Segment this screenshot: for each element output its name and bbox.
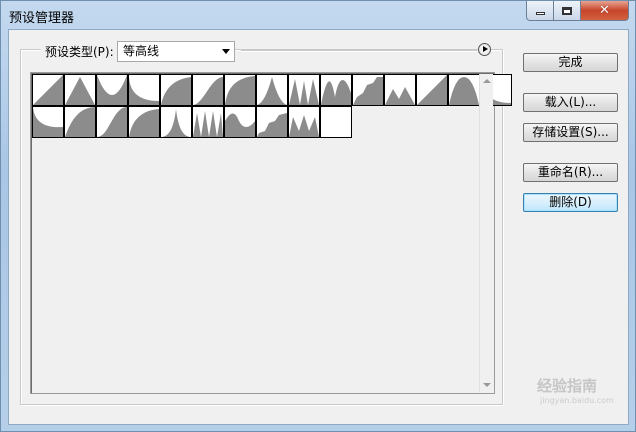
contour-thumb-s-curve[interactable] <box>128 106 160 138</box>
contour-thumb-rolling-slope[interactable] <box>384 74 416 106</box>
contour-thumb-cove-flat[interactable] <box>64 106 96 138</box>
contour-s-curve-icon <box>129 109 159 137</box>
maximize-icon <box>562 6 572 15</box>
contour-thumb-cone-narrow[interactable] <box>192 106 224 138</box>
done-button[interactable]: 完成 <box>523 53 618 72</box>
contour-triple-peak-icon <box>321 79 351 105</box>
scroll-down-icon[interactable] <box>483 383 491 387</box>
vertical-scrollbar[interactable] <box>479 74 493 392</box>
close-button[interactable]: ✕ <box>581 1 629 21</box>
contour-cove-deep-icon <box>129 75 159 105</box>
contour-thumb-gaussian[interactable] <box>192 74 224 106</box>
contour-sawtooth-icon <box>417 75 447 105</box>
preset-type-label: 预设类型(P): <box>41 43 118 60</box>
contour-thumb-wave[interactable] <box>256 106 288 138</box>
save-settings-button[interactable]: 存储设置(S)... <box>523 123 618 142</box>
contour-double-peak-icon <box>289 79 319 105</box>
panel-menu-button[interactable] <box>478 43 491 56</box>
contour-thumb-sawtooth[interactable] <box>416 74 448 106</box>
contour-ring-icon <box>353 77 383 105</box>
contour-thumb-triple-wave[interactable] <box>224 106 256 138</box>
group-divider <box>241 50 477 51</box>
title-bar[interactable]: 预设管理器 ✕ <box>1 1 635 29</box>
watermark-logo: 经验指南 <box>537 377 598 395</box>
preset-manager-window: 预设管理器 ✕ 预设类型(P): 等高线 完成 载入(L)... 存储设置(S)… <box>0 0 636 432</box>
maximize-button[interactable] <box>554 1 581 21</box>
contour-valley-icon <box>33 107 63 137</box>
contour-preset-list[interactable] <box>30 72 512 394</box>
contour-cone-narrow-icon <box>193 111 223 137</box>
contour-thumb-half-round-steep[interactable] <box>160 106 192 138</box>
contour-thumb-linear[interactable] <box>32 74 64 106</box>
window-title: 预设管理器 <box>9 11 75 26</box>
contour-linear-icon <box>33 75 63 105</box>
chevron-down-icon <box>222 49 230 54</box>
dialog-body: 预设类型(P): 等高线 完成 载入(L)... 存储设置(S)... 重命名(… <box>8 29 629 425</box>
contour-cone-inverted-icon <box>97 75 127 105</box>
delete-button[interactable]: 删除(D) <box>523 193 618 212</box>
contour-gaussian-icon <box>193 77 223 105</box>
contour-cove-flat-icon <box>65 107 95 137</box>
contour-thumb-linear-steep[interactable] <box>448 74 480 106</box>
contour-thumb-valley[interactable] <box>32 106 64 138</box>
minimize-icon <box>535 12 545 15</box>
load-button[interactable]: 载入(L)... <box>523 93 618 112</box>
watermark-url: jingyan.baidu.com <box>540 396 614 405</box>
contour-half-round-icon <box>225 76 255 105</box>
contour-thumb-step-slope[interactable] <box>288 106 320 138</box>
contour-triple-wave-icon <box>225 113 255 137</box>
contour-step-slope-icon <box>289 115 319 137</box>
contour-thumb-half-round[interactable] <box>224 74 256 106</box>
minimize-button[interactable] <box>526 1 554 21</box>
contour-thumb-gaussian-inverse[interactable] <box>96 106 128 138</box>
contour-thumb-ring[interactable] <box>352 74 384 106</box>
preset-type-value: 等高线 <box>123 44 160 58</box>
contour-cove-shallow-icon <box>161 77 191 105</box>
contour-thumb-cove-shallow[interactable] <box>160 74 192 106</box>
contour-thumb-double-valley[interactable] <box>320 106 352 138</box>
contour-wave-icon <box>257 113 287 137</box>
contour-half-round-steep-icon <box>161 109 191 137</box>
contour-thumb-double-peak[interactable] <box>288 74 320 106</box>
contour-thumb-triple-peak[interactable] <box>320 74 352 106</box>
close-icon: ✕ <box>599 3 610 18</box>
contour-thumb-cove-deep[interactable] <box>128 74 160 106</box>
contour-gaussian-inverse-icon <box>97 107 127 137</box>
contour-double-valley-icon <box>321 107 351 137</box>
scroll-up-icon[interactable] <box>483 79 491 83</box>
preset-type-select[interactable]: 等高线 <box>117 41 235 62</box>
contour-thumb-cone-inverted[interactable] <box>96 74 128 106</box>
rename-button[interactable]: 重命名(R)... <box>523 163 618 182</box>
contour-linear-steep-icon <box>449 77 479 105</box>
contour-cone-icon <box>65 77 95 105</box>
contour-thumb-peak[interactable] <box>256 74 288 106</box>
contour-thumb-cone[interactable] <box>64 74 96 106</box>
contour-peak-icon <box>257 77 287 105</box>
contour-rolling-slope-icon <box>385 87 415 105</box>
